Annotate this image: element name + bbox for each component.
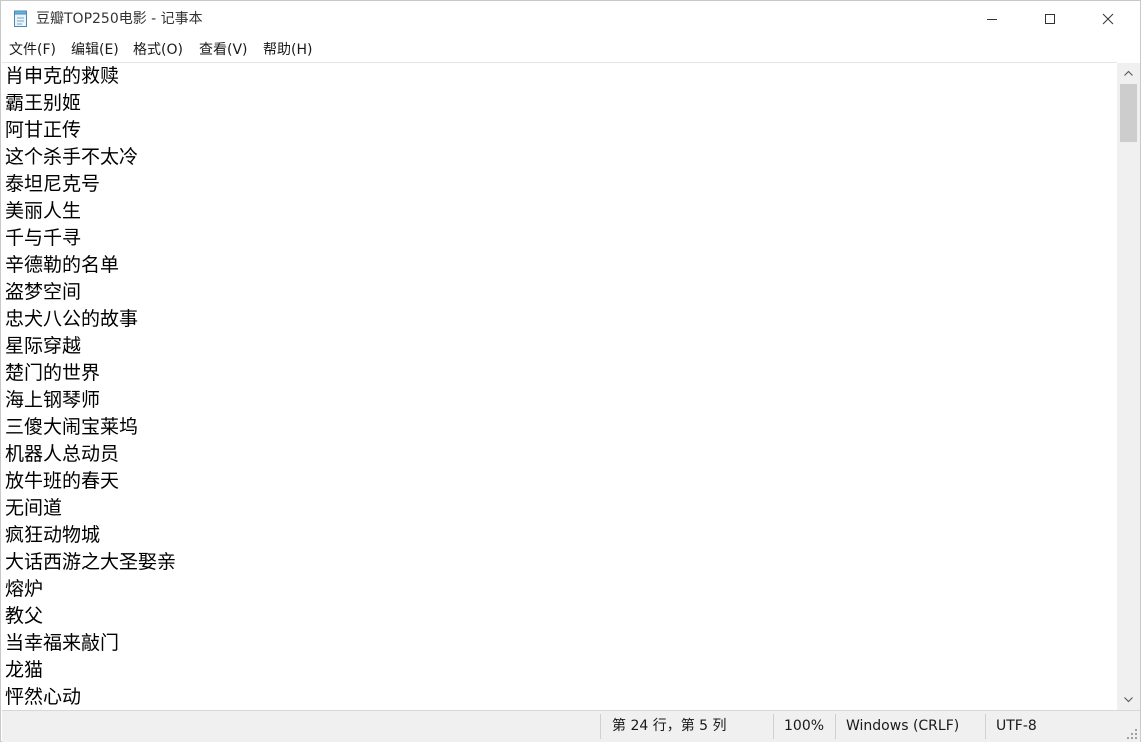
text-line: 楚门的世界 bbox=[5, 362, 101, 384]
status-cursor-position: 第 24 行，第 5 列 bbox=[612, 718, 727, 734]
text-line: 大话西游之大圣娶亲 bbox=[5, 551, 177, 573]
text-line: 海上钢琴师 bbox=[5, 389, 101, 411]
minimize-button[interactable] bbox=[963, 1, 1021, 37]
text-line: 龙猫 bbox=[5, 659, 44, 681]
text-line: 熔炉 bbox=[5, 578, 44, 600]
close-icon bbox=[1102, 13, 1114, 25]
text-line: 肖申克的救赎 bbox=[5, 65, 120, 87]
notepad-window: 豆瓣TOP250电影 - 记事本 文件(F) 编辑(E) 格式(O) 查看(V)… bbox=[0, 0, 1141, 742]
notepad-icon bbox=[13, 10, 29, 28]
text-line: 放牛班的春天 bbox=[5, 470, 120, 492]
text-line: 怦然心动 bbox=[5, 686, 82, 708]
text-line: 阿甘正传 bbox=[5, 119, 82, 141]
maximize-button[interactable] bbox=[1021, 1, 1079, 37]
text-line: 霸王别姬 bbox=[5, 92, 82, 114]
text-editor[interactable]: 肖申克的救赎 霸王别姬阿甘正传这个杀手不太冷 泰坦尼克号美丽人生千与千寻辛德勒的名单… bbox=[2, 62, 1117, 710]
text-line: 美丽人生 bbox=[5, 200, 82, 222]
status-line-ending: Windows (CRLF) bbox=[846, 718, 960, 734]
minimize-icon bbox=[987, 19, 997, 20]
text-line: 千与千寻 bbox=[5, 227, 82, 249]
scroll-up-button[interactable] bbox=[1117, 63, 1140, 83]
chevron-up-icon bbox=[1124, 70, 1133, 76]
menu-edit[interactable]: 编辑(E) bbox=[71, 41, 119, 59]
text-line: 无间道 bbox=[5, 497, 63, 519]
close-button[interactable] bbox=[1079, 1, 1137, 37]
title-bar[interactable]: 豆瓣TOP250电影 - 记事本 bbox=[1, 1, 1140, 37]
text-line: 这个杀手不太冷 bbox=[5, 146, 139, 168]
text-line: 星际穿越 bbox=[5, 335, 82, 357]
text-line: 泰坦尼克号 bbox=[5, 173, 101, 195]
window-title: 豆瓣TOP250电影 - 记事本 bbox=[36, 11, 203, 27]
status-bar: 第 24 行，第 5 列 100% Windows (CRLF) UTF-8 bbox=[2, 710, 1140, 742]
text-line: 机器人总动员 bbox=[5, 443, 120, 465]
text-line: 疯狂动物城 bbox=[5, 524, 101, 546]
menu-format[interactable]: 格式(O) bbox=[133, 41, 183, 59]
status-zoom: 100% bbox=[784, 718, 825, 734]
resize-grip-icon[interactable] bbox=[1124, 725, 1138, 739]
vertical-scrollbar[interactable] bbox=[1117, 63, 1140, 710]
menu-bar: 文件(F) 编辑(E) 格式(O) 查看(V) 帮助(H) bbox=[1, 38, 1140, 62]
text-line: 当幸福来敲门 bbox=[5, 632, 120, 654]
text-line: 三傻大闹宝莱坞 bbox=[5, 416, 139, 438]
chevron-down-icon bbox=[1124, 697, 1133, 703]
status-encoding: UTF-8 bbox=[996, 718, 1037, 734]
text-line: 教父 bbox=[5, 605, 44, 627]
scrollbar-thumb[interactable] bbox=[1120, 84, 1137, 142]
menu-help[interactable]: 帮助(H) bbox=[263, 41, 312, 59]
menu-file[interactable]: 文件(F) bbox=[9, 41, 56, 59]
maximize-icon bbox=[1045, 14, 1055, 24]
text-line: 辛德勒的名单 bbox=[5, 254, 120, 276]
status-divider bbox=[600, 714, 601, 739]
menu-view[interactable]: 查看(V) bbox=[199, 41, 248, 59]
text-line: 盗梦空间 bbox=[5, 281, 82, 303]
scroll-down-button[interactable] bbox=[1117, 690, 1140, 710]
text-line: 忠犬八公的故事 bbox=[5, 308, 139, 330]
